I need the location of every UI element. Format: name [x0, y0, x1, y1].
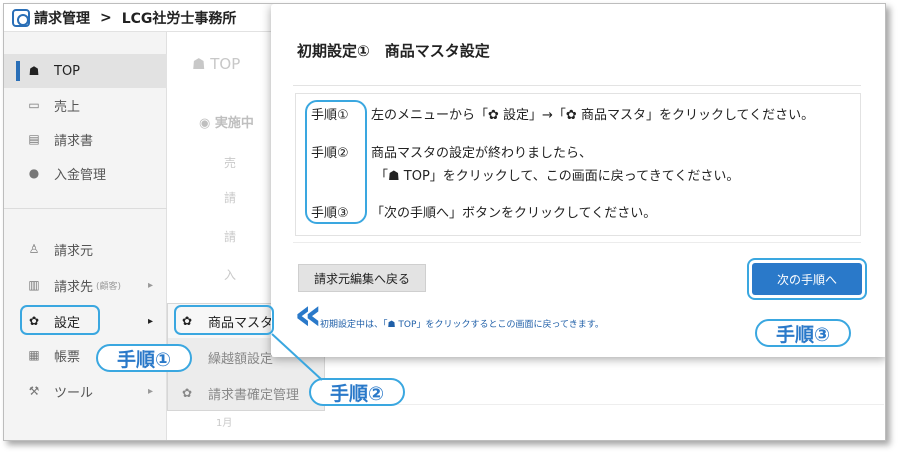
breadcrumb-separator: > [100, 9, 112, 26]
table-icon: ▦ [28, 348, 40, 362]
callout-step1: 手順① [96, 344, 192, 372]
step-text: 左のメニューから「✿ 設定」→「✿ 商品マスタ」をクリックしてください。 [371, 108, 815, 123]
document-icon: ▤ [28, 132, 40, 146]
sidebar-item-sales[interactable]: ▭ 売上 [4, 88, 167, 122]
sidebar-item-client[interactable]: ▥ 請求先 (顧客) ▸ [4, 268, 167, 302]
step-text-line2: 「☗ TOP」をクリックして、この画面に戻ってきてください。 [375, 169, 740, 184]
background-fragment: 請 [224, 230, 237, 244]
sidebar-item-label: 帳票 [54, 349, 81, 365]
app-name[interactable]: 請求管理 [34, 8, 90, 28]
sidebar-item-label: 入金管理 [54, 167, 107, 183]
sidebar: ☗ TOP ▭ 売上 ▤ 請求書 ● 入金管理 ♙ 請求元 ▥ 請求先 (顧客)… [4, 32, 167, 440]
sidebar-item-label: 請求先 [54, 279, 94, 295]
org-name: LCG社労士事務所 [121, 10, 237, 27]
background-fragment: 売 [224, 156, 237, 170]
step-label: 手順② [311, 146, 349, 161]
step-text: 「次の手順へ」ボタンをクリックしてください。 [371, 206, 657, 221]
chevron-right-icon: ▸ [147, 279, 153, 291]
home-icon: ☗ [28, 64, 40, 78]
modal-divider [293, 85, 861, 86]
sidebar-item-label: ツール [54, 385, 94, 401]
step-label: 手順③ [311, 206, 349, 221]
chevron-right-icon: ▸ [147, 385, 153, 397]
background-status-label: ◉ 実施中 [199, 116, 254, 131]
card-icon: ▭ [28, 98, 40, 112]
wrench-icon: ⚒ [28, 384, 40, 398]
sidebar-item-sublabel: (顧客) [96, 281, 122, 292]
sidebar-item-invoice[interactable]: ▤ 請求書 [4, 122, 167, 156]
settings-highlight-ring [20, 305, 100, 335]
modal-title: 初期設定① 商品マスタ設定 [297, 42, 490, 60]
callout-step3: 手順③ [755, 319, 851, 347]
back-button[interactable]: 請求元編集へ戻る [298, 264, 426, 292]
next-step-button[interactable]: 次の手順へ [752, 263, 862, 295]
step-label: 手順① [311, 108, 349, 123]
sidebar-item-tools[interactable]: ⚒ ツール ▸ [4, 374, 167, 408]
background-fragment: 請 [224, 191, 237, 205]
background-fragment: 入 [224, 268, 237, 282]
modal-divider [293, 242, 861, 243]
check-circle-icon: ● [28, 166, 40, 180]
double-chevron-left-icon: « [294, 289, 323, 340]
sidebar-item-label: TOP [54, 63, 81, 79]
sidebar-item-label: 売上 [54, 99, 81, 115]
sidebar-item-label: 請求元 [54, 243, 94, 259]
sidebar-item-top[interactable]: ☗ TOP [4, 54, 167, 88]
user-icon: ♙ [28, 242, 40, 256]
building-icon: ▥ [28, 278, 40, 292]
step-text: 商品マスタの設定が終わりましたら、 [371, 146, 593, 161]
app-window: 請求管理 > LCG社労士事務所 ☗ TOP ▭ 売上 ▤ 請求書 ● 入金管理… [3, 3, 886, 441]
background-page-title: ☗ TOP [192, 55, 241, 73]
sidebar-divider [4, 208, 167, 209]
sidebar-item-payment[interactable]: ● 入金管理 [4, 156, 167, 190]
app-logo-icon [12, 8, 30, 27]
sidebar-item-label: 請求書 [54, 133, 94, 149]
modal-note: 初期設定中は、「☗ TOP」をクリックするとこの画面に戻ってきます。 [320, 320, 604, 330]
gear-icon: ✿ [182, 386, 193, 400]
sidebar-item-issuer[interactable]: ♙ 請求元 [4, 232, 167, 266]
chevron-right-icon: ▸ [147, 315, 153, 327]
submenu-item-label: 請求書確定管理 [208, 387, 300, 403]
setup-modal: 初期設定① 商品マスタ設定 手順① 左のメニューから「✿ 設定」→「✿ 商品マス… [271, 4, 885, 357]
